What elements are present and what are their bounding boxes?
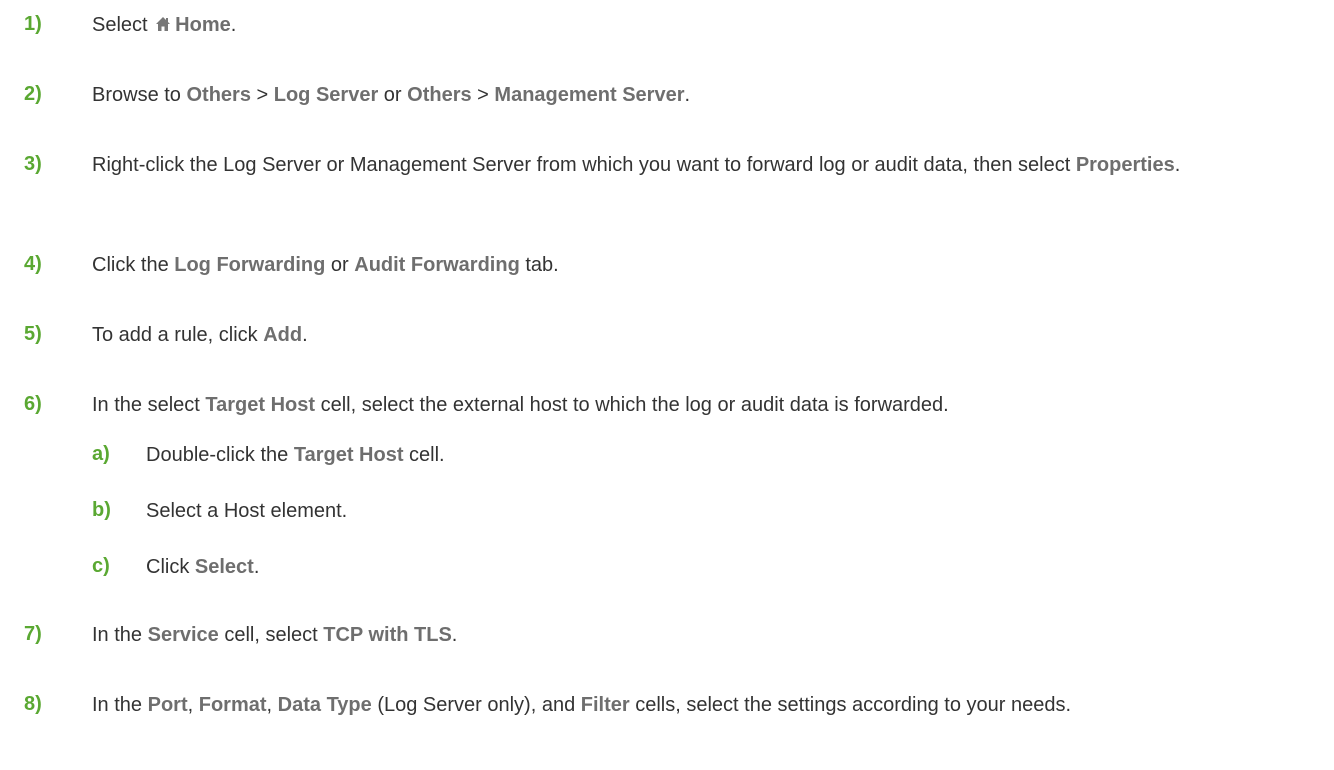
step-text: To add a rule, click Add.: [92, 320, 1312, 350]
step-text: Click the Log Forwarding or Audit Forwar…: [92, 250, 1312, 280]
ui-term: Management Server: [494, 84, 685, 106]
text-segment: cell, select the external host to which …: [315, 394, 949, 416]
text-segment: or: [378, 84, 408, 106]
ui-term: Properties: [1075, 154, 1175, 176]
ui-term: Others: [186, 84, 251, 106]
text-segment: tab.: [519, 254, 559, 276]
ui-term: Log Forwarding: [174, 254, 326, 276]
text-segment: cell, select: [218, 624, 324, 646]
home-icon: [155, 16, 171, 32]
substep-letter: c): [92, 555, 110, 577]
ui-term: Service: [147, 624, 219, 646]
text-segment: To add a rule, click: [92, 324, 264, 346]
step-number: 6): [24, 393, 42, 415]
text-segment: >: [471, 84, 495, 106]
text-segment: Right-click the Log Server or Management…: [92, 154, 1076, 176]
ui-term: Add: [263, 324, 303, 346]
text-segment: .: [302, 324, 308, 346]
substep-text: Select a Host element.: [146, 496, 1306, 526]
text-segment: Double-click the: [146, 444, 294, 466]
step-text: In the Port, Format, Data Type (Log Serv…: [92, 690, 1312, 720]
step-text: In the select Target Host cell, select t…: [92, 390, 1312, 420]
text-segment: Browse to: [92, 84, 187, 106]
text-segment: ,: [187, 694, 199, 716]
step-number: 3): [24, 153, 42, 175]
ui-term: Filter: [580, 694, 630, 716]
text-segment: Click: [146, 556, 195, 578]
step-number: 4): [24, 253, 42, 275]
text-segment: In the: [92, 694, 148, 716]
ui-term: Data Type: [277, 694, 372, 716]
ui-term: Select: [194, 556, 254, 578]
ui-term: Target Host: [293, 444, 404, 466]
step-text: Right-click the Log Server or Management…: [92, 150, 1312, 180]
text-segment: In the select: [92, 394, 206, 416]
text-segment: .: [230, 14, 237, 36]
text-segment: >: [250, 84, 274, 106]
text-segment: In the: [92, 624, 148, 646]
text-segment: (Log Server only), and: [371, 694, 581, 716]
ui-term: Target Host: [205, 394, 316, 416]
ui-term: Format: [198, 694, 267, 716]
step-number: 1): [24, 13, 42, 35]
text-segment: or: [325, 254, 355, 276]
text-segment: .: [451, 624, 458, 646]
text-segment: cell.: [403, 444, 445, 466]
text-segment: .: [253, 556, 260, 578]
ui-term: Audit Forwarding: [354, 254, 520, 276]
step-number: 7): [24, 623, 42, 645]
text-segment: ,: [266, 694, 278, 716]
text-segment: .: [1174, 154, 1181, 176]
substep-text: Double-click the Target Host cell.: [146, 440, 1306, 470]
text-segment: .: [684, 84, 691, 106]
ui-term-home: Home: [175, 14, 231, 36]
substep-letter: b): [92, 499, 111, 521]
substep-text: Click Select.: [146, 552, 1306, 582]
ui-term: Port: [147, 694, 188, 716]
step-number: 5): [24, 323, 42, 345]
substep-letter: a): [92, 443, 110, 465]
text-segment: Select a Host element.: [146, 500, 348, 522]
text-segment: cells, select the settings according to …: [629, 694, 1072, 716]
step-text: Browse to Others > Log Server or Others …: [92, 80, 1312, 110]
text-segment: Select: [92, 14, 154, 36]
ui-term: TCP with TLS: [323, 624, 452, 646]
ui-term: Log Server: [273, 84, 379, 106]
text-segment: Click the: [92, 254, 175, 276]
step-text: Select Home.: [92, 10, 1312, 40]
step-number: 2): [24, 83, 42, 105]
step-text: In the Service cell, select TCP with TLS…: [92, 620, 1312, 650]
step-number: 8): [24, 693, 42, 715]
ui-term: Others: [407, 84, 472, 106]
